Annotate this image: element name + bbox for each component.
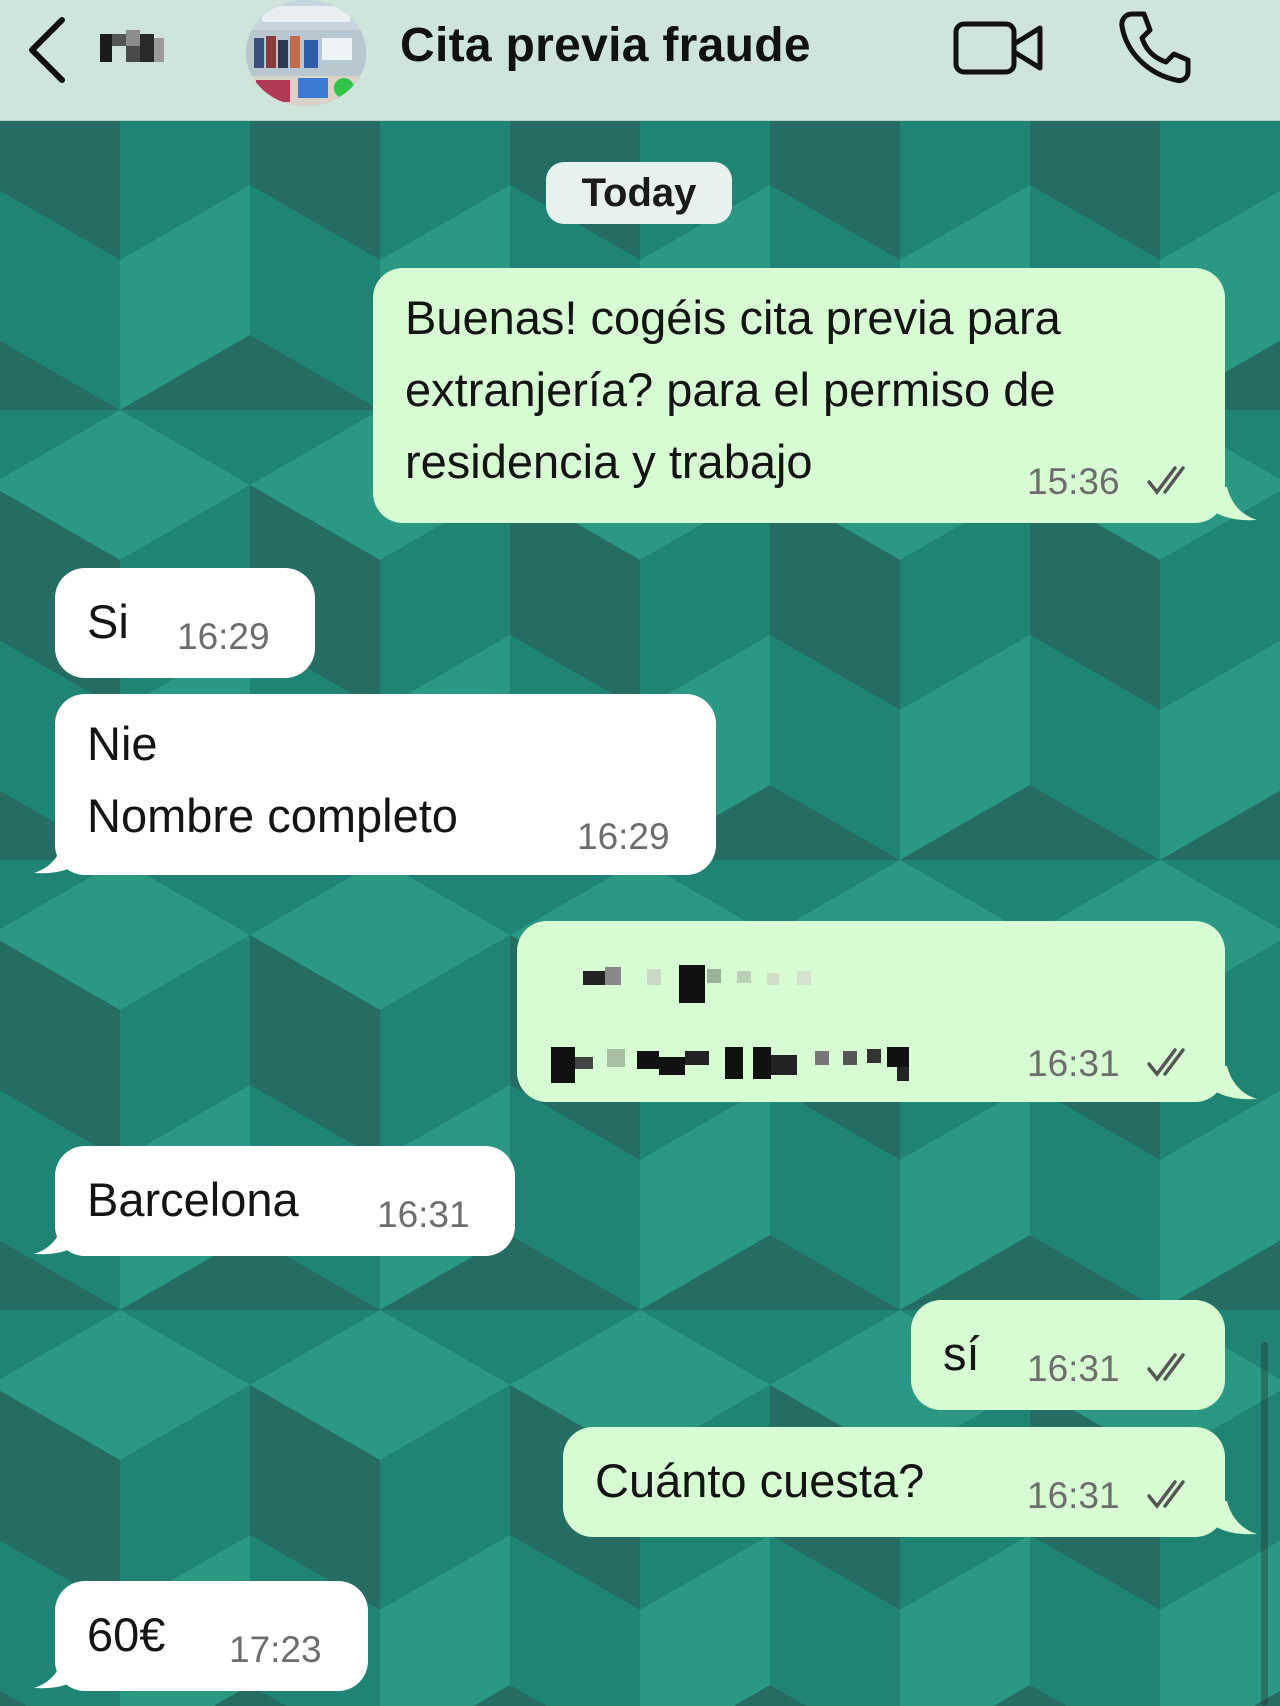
redacted-contact-name xyxy=(100,30,164,62)
voice-call-button[interactable] xyxy=(1118,8,1192,86)
message-time: 16:29 xyxy=(177,616,270,657)
message-time: 16:31 xyxy=(1027,1043,1120,1084)
message-bubble-outgoing[interactable]: 16:31 xyxy=(517,921,1225,1102)
chevron-left-icon xyxy=(29,17,65,83)
message-line: Nie xyxy=(87,717,158,770)
message-bubble-incoming[interactable]: Nie Nombre completo 16:29 xyxy=(55,694,716,875)
message-line: Buenas! cogéis cita previa para xyxy=(405,291,1061,344)
message-text: 60€ xyxy=(87,1608,166,1661)
message-time: 16:31 xyxy=(1027,1475,1120,1516)
message-bubble-outgoing[interactable]: Cuánto cuesta? 16:31 xyxy=(563,1427,1225,1537)
message-text: Cuánto cuesta? xyxy=(595,1454,925,1507)
group-avatar[interactable] xyxy=(246,0,366,106)
message-bubble-outgoing[interactable]: sí 16:31 xyxy=(911,1300,1225,1410)
message-line: Nombre completo xyxy=(87,789,458,842)
office-photo-avatar-icon xyxy=(246,0,366,106)
message-bubble-incoming[interactable]: Barcelona 16:31 xyxy=(55,1146,515,1256)
message-bubble-incoming[interactable]: 60€ 17:23 xyxy=(55,1581,368,1691)
double-check-icon xyxy=(1147,1353,1185,1382)
message-text: sí xyxy=(943,1327,980,1380)
message-time: 16:29 xyxy=(577,816,670,857)
redacted-message-content xyxy=(551,965,909,1083)
chat-header: Cita previa fraude xyxy=(0,0,1280,121)
message-text: Nie Nombre completo xyxy=(87,708,458,852)
message-line: residencia y trabajo xyxy=(405,435,813,488)
message-time: 17:23 xyxy=(229,1629,322,1670)
double-check-icon xyxy=(1147,466,1185,495)
back-button[interactable] xyxy=(22,14,78,86)
video-call-button[interactable] xyxy=(952,16,1048,80)
double-check-icon xyxy=(1147,1480,1185,1509)
message-text: Barcelona xyxy=(87,1173,299,1226)
message-line: extranjería? para el permiso de xyxy=(405,363,1056,416)
video-camera-icon xyxy=(953,21,1043,75)
message-bubble-incoming[interactable]: Si 16:29 xyxy=(55,568,315,678)
message-text: Si xyxy=(87,595,129,648)
chat-title[interactable]: Cita previa fraude xyxy=(400,18,811,73)
phone-icon xyxy=(1119,11,1191,83)
message-text: Buenas! cogéis cita previa para extranje… xyxy=(405,282,1061,498)
message-bubble-outgoing[interactable]: Buenas! cogéis cita previa para extranje… xyxy=(373,268,1225,523)
message-time: 16:31 xyxy=(1027,1348,1120,1389)
double-check-icon xyxy=(1147,1048,1185,1077)
message-time: 16:31 xyxy=(377,1194,470,1235)
message-time: 15:36 xyxy=(1027,461,1120,502)
chat-scrollbar[interactable] xyxy=(1261,1342,1268,1706)
date-separator: Today xyxy=(546,162,732,224)
